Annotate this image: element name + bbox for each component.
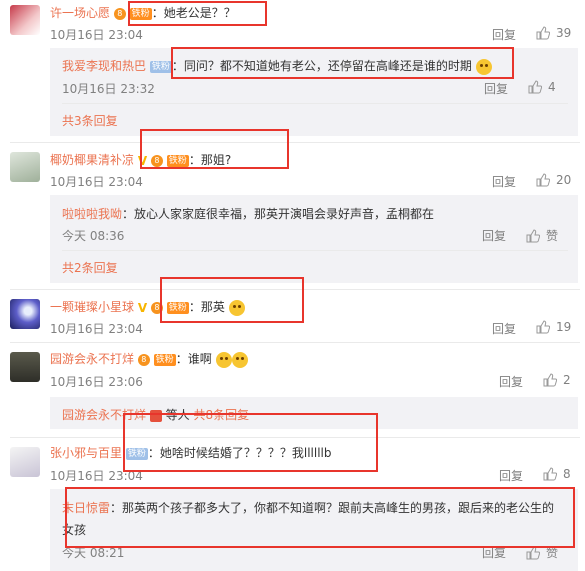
divider [62, 250, 568, 251]
vip-icon: 8 [137, 353, 150, 366]
reply-button[interactable]: 回复 [499, 373, 523, 390]
thumb-up-icon [526, 228, 540, 242]
more-replies-link[interactable]: 共3条回复 [62, 112, 118, 129]
like-count: 19 [556, 320, 572, 334]
divider [10, 342, 580, 343]
like-count: 8 [563, 467, 571, 481]
like-button[interactable]: 2 [543, 373, 571, 387]
comment-time: 10月16日 23:04 [50, 322, 143, 336]
fan-badge: 铁粉 [149, 60, 172, 73]
emoji-icon [215, 351, 232, 368]
reply-text: 放心人家家庭很幸福，那英开演唱会录好声音，孟桐都在 [134, 207, 435, 221]
verified-icon: V [137, 300, 148, 315]
avatar[interactable] [10, 447, 40, 477]
highlight-box [65, 487, 575, 548]
emoji-icon [231, 351, 248, 368]
divider [10, 142, 580, 143]
highlight-box [123, 413, 378, 472]
fan-badge: 铁粉 [153, 353, 176, 366]
username[interactable]: 园游会永不打烊 [50, 352, 134, 366]
username[interactable]: 椰奶椰果清补凉 [50, 153, 134, 167]
reply-button[interactable]: 回复 [482, 227, 506, 244]
reply-button[interactable]: 回复 [492, 26, 516, 43]
comment-time: 10月16日 23:04 [50, 175, 143, 189]
reply-time: 今天 08:36 [62, 229, 125, 243]
reply-header: 啦啦啦我呦：放心人家家庭很幸福，那英开演唱会录好声音，孟桐都在 [62, 207, 435, 221]
avatar[interactable] [10, 299, 40, 329]
comment-header: 园游会永不打烊 8 铁粉 ：谁啊 [50, 350, 248, 368]
reply-button[interactable]: 回复 [484, 80, 508, 97]
like-button[interactable]: 8 [543, 467, 571, 481]
vip-icon: 8 [113, 7, 126, 20]
thumb-up-icon [536, 320, 550, 334]
like-count: 4 [548, 80, 556, 94]
comment-time: 10月16日 23:04 [50, 28, 143, 42]
highlight-box [140, 129, 289, 169]
highlight-box [128, 1, 267, 26]
thumb-up-icon [528, 80, 542, 94]
like-count: 2 [563, 373, 571, 387]
like-button[interactable]: 4 [528, 80, 556, 94]
thumb-up-icon [536, 173, 550, 187]
username[interactable]: 我爱李现和热巴 [62, 59, 146, 73]
username[interactable]: 啦啦啦我呦 [62, 207, 122, 221]
username[interactable]: 一颗璀璨小星球 [50, 300, 134, 314]
comment-time: 10月16日 23:06 [50, 375, 143, 389]
reply-button[interactable]: 回复 [492, 320, 516, 337]
reply-button[interactable]: 回复 [499, 467, 523, 484]
highlight-box [171, 47, 514, 79]
like-label: 赞 [546, 229, 559, 243]
highlight-box [160, 277, 304, 323]
avatar[interactable] [10, 152, 40, 182]
like-button[interactable]: 20 [536, 173, 571, 187]
avatar[interactable] [10, 5, 40, 35]
reply-time: 10月16日 23:32 [62, 82, 155, 96]
divider [62, 103, 568, 104]
like-button[interactable]: 19 [536, 320, 571, 334]
thumb-up-icon [543, 373, 557, 387]
avatar[interactable] [10, 352, 40, 382]
username[interactable]: 许一场心愿 [50, 6, 110, 20]
thumb-up-icon [536, 26, 550, 40]
more-replies-link[interactable]: 共2条回复 [62, 259, 118, 276]
like-count: 20 [556, 173, 572, 187]
username[interactable]: 张小邪与百里 [50, 446, 122, 460]
like-button[interactable]: 赞 [526, 227, 558, 244]
like-count: 39 [556, 26, 572, 40]
thumb-up-icon [543, 467, 557, 481]
comment-text: 谁啊 [187, 352, 212, 366]
reply-button[interactable]: 回复 [492, 173, 516, 190]
like-button[interactable]: 39 [536, 26, 571, 40]
